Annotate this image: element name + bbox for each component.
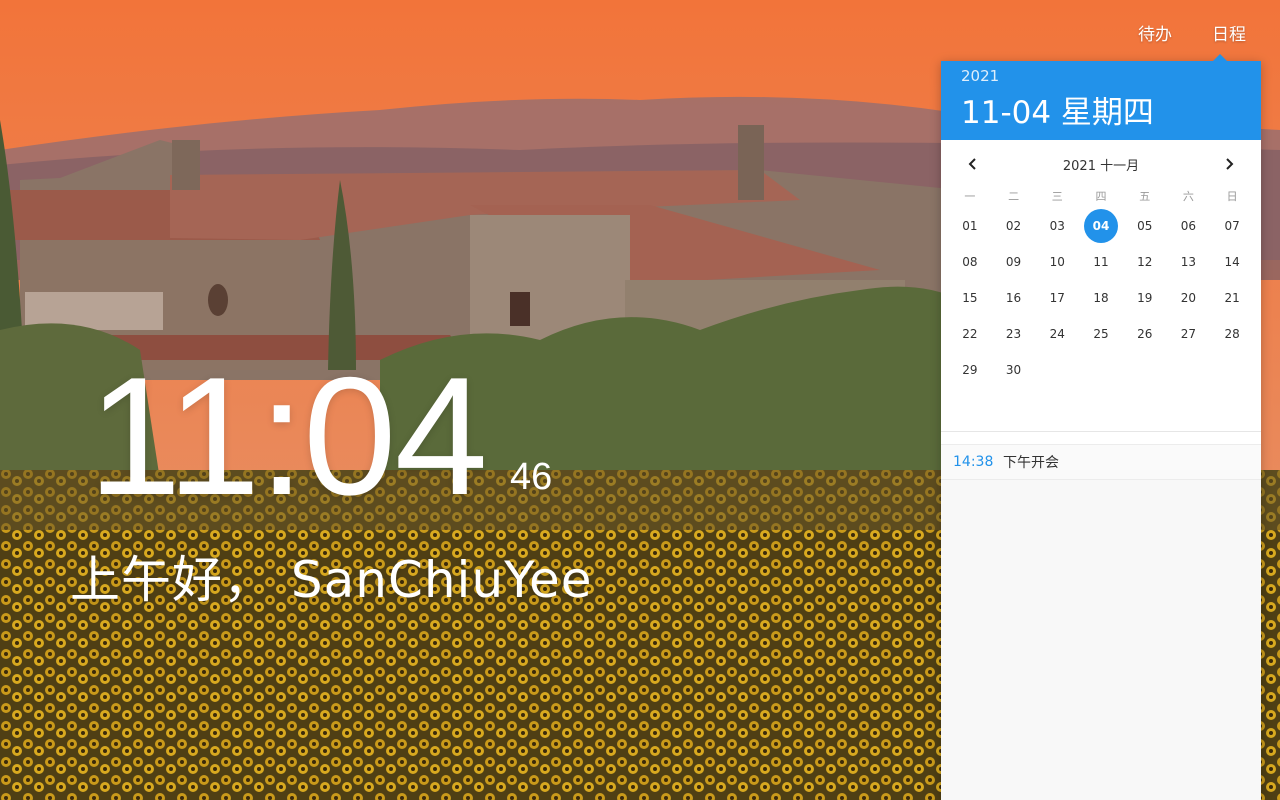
weekday-label: 四 bbox=[1095, 190, 1107, 203]
day-number: 15 bbox=[962, 291, 978, 305]
day-cell[interactable]: 11 bbox=[1079, 244, 1123, 280]
day-cell[interactable]: 28 bbox=[1210, 316, 1254, 352]
day-number: 27 bbox=[1180, 327, 1197, 341]
clock-time: 11:04 bbox=[88, 342, 488, 530]
weekday-label: 二 bbox=[1008, 190, 1020, 203]
day-cell[interactable]: 17 bbox=[1035, 280, 1079, 316]
weekday-label: 六 bbox=[1182, 190, 1194, 203]
day-number: 10 bbox=[1049, 255, 1065, 269]
header-date: 11-04 星期四 bbox=[961, 95, 1154, 131]
weekday-label: 一 bbox=[964, 190, 976, 203]
day-number: 21 bbox=[1224, 291, 1240, 305]
day-cell[interactable]: 06 bbox=[1167, 208, 1211, 244]
day-number: 17 bbox=[1049, 291, 1065, 305]
day-cell[interactable]: 23 bbox=[992, 316, 1036, 352]
day-cell[interactable]: 20 bbox=[1167, 280, 1211, 316]
weekday-label: 五 bbox=[1139, 190, 1151, 203]
day-cell[interactable]: 14 bbox=[1210, 244, 1254, 280]
day-number: 24 bbox=[1049, 327, 1065, 341]
day-number: 28 bbox=[1224, 327, 1240, 341]
divider bbox=[941, 431, 1261, 432]
day-number: 11 bbox=[1093, 255, 1109, 269]
day-number: 02 bbox=[1005, 219, 1022, 233]
day-cell[interactable]: 02 bbox=[992, 208, 1036, 244]
day-number: 23 bbox=[1005, 327, 1022, 341]
header-year: 2021 bbox=[961, 67, 1000, 85]
day-number: 04 bbox=[1083, 209, 1118, 243]
day-number: 07 bbox=[1224, 219, 1240, 233]
day-number: 26 bbox=[1137, 327, 1153, 341]
month-label: 2021 十一月 bbox=[1062, 158, 1140, 174]
weekday-header: 一二三四五六日 bbox=[941, 188, 1261, 208]
day-cell[interactable]: 15 bbox=[948, 280, 992, 316]
day-cell[interactable]: 16 bbox=[992, 280, 1036, 316]
day-number: 01 bbox=[962, 219, 978, 233]
day-number: 18 bbox=[1093, 291, 1109, 305]
chevron-left-icon[interactable] bbox=[963, 154, 983, 174]
calendar-panel: 2021 11-04 星期四 2021 十一月 一二三四五六日 01 02 03 04… bbox=[941, 54, 1261, 800]
day-cell[interactable]: 13 bbox=[1167, 244, 1211, 280]
day-cell[interactable]: 24 bbox=[1035, 316, 1079, 352]
day-cell[interactable]: 05 bbox=[1123, 208, 1167, 244]
day-number: 03 bbox=[1049, 219, 1065, 233]
day-number: 08 bbox=[962, 255, 978, 269]
greeting-text: 上午好， SanChiuYee bbox=[70, 551, 593, 609]
day-cell[interactable]: 29 bbox=[948, 352, 992, 388]
day-cell[interactable]: 07 bbox=[1210, 208, 1254, 244]
day-number: 19 bbox=[1137, 291, 1153, 305]
day-number: 22 bbox=[962, 327, 978, 341]
event-title: 下午开会 bbox=[1003, 455, 1059, 471]
day-cell-selected[interactable]: 04 bbox=[1079, 208, 1123, 244]
day-cell[interactable]: 01 bbox=[948, 208, 992, 244]
day-cell[interactable]: 10 bbox=[1035, 244, 1079, 280]
nav-schedule-link[interactable]: 日程 bbox=[1212, 20, 1246, 45]
clock-seconds: 46 bbox=[510, 456, 553, 498]
top-nav: 待办 日程 bbox=[1138, 20, 1246, 45]
day-cell[interactable]: 21 bbox=[1210, 280, 1254, 316]
day-number: 05 bbox=[1137, 219, 1153, 233]
day-cell[interactable]: 22 bbox=[948, 316, 992, 352]
calendar-nav: 2021 十一月 bbox=[941, 140, 1261, 188]
day-number: 13 bbox=[1180, 255, 1197, 269]
chevron-right-icon[interactable] bbox=[1219, 154, 1239, 174]
weekday-label: 三 bbox=[1051, 190, 1063, 203]
events-list: 14:38 下午开会 bbox=[941, 444, 1261, 800]
day-cell[interactable]: 12 bbox=[1123, 244, 1167, 280]
day-cell[interactable]: 03 bbox=[1035, 208, 1079, 244]
day-cell[interactable]: 26 bbox=[1123, 316, 1167, 352]
clock: 11:04 46 bbox=[88, 342, 552, 530]
day-number: 06 bbox=[1180, 219, 1197, 233]
calendar-header: 2021 11-04 星期四 bbox=[941, 61, 1261, 140]
day-number: 20 bbox=[1180, 291, 1197, 305]
day-cell[interactable]: 19 bbox=[1123, 280, 1167, 316]
day-number: 14 bbox=[1224, 255, 1240, 269]
day-number: 16 bbox=[1005, 291, 1022, 305]
day-number: 25 bbox=[1093, 327, 1109, 341]
event-time: 14:38 bbox=[953, 454, 994, 470]
event-item[interactable]: 14:38 下午开会 bbox=[941, 445, 1261, 480]
day-number: 09 bbox=[1005, 255, 1022, 269]
day-cell[interactable]: 09 bbox=[992, 244, 1036, 280]
day-cell[interactable]: 08 bbox=[948, 244, 992, 280]
day-cell[interactable]: 25 bbox=[1079, 316, 1123, 352]
day-number: 12 bbox=[1137, 255, 1153, 269]
day-cell[interactable]: 18 bbox=[1079, 280, 1123, 316]
day-cell[interactable]: 30 bbox=[992, 352, 1036, 388]
day-cell[interactable]: 27 bbox=[1167, 316, 1211, 352]
panel-pointer bbox=[1213, 54, 1227, 61]
day-number: 29 bbox=[962, 363, 978, 377]
weekday-label: 日 bbox=[1226, 190, 1238, 203]
day-number: 30 bbox=[1005, 363, 1022, 377]
nav-todo-link[interactable]: 待办 bbox=[1138, 20, 1172, 45]
days-grid: 01 02 03 04 05 06 07 08 09 10 11 12 13 14 15 16 17 18 19 20… bbox=[941, 208, 1261, 388]
